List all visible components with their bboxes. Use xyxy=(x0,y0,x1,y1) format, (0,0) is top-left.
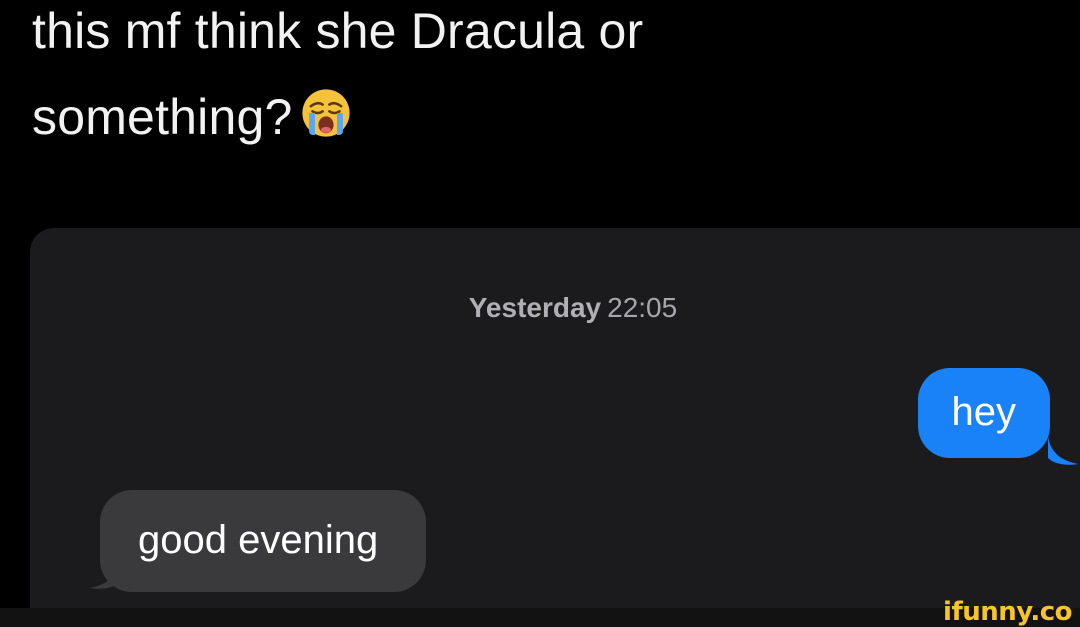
message-timestamp: Yesterday 22:05 xyxy=(30,290,1080,326)
timestamp-day: Yesterday xyxy=(468,292,602,323)
received-message-bubble[interactable]: good evening xyxy=(100,490,427,592)
loudly-crying-face-icon xyxy=(301,89,350,137)
sent-bubble-tail xyxy=(1048,436,1078,465)
post-text-line-2: something? xyxy=(32,74,932,160)
message-thread-panel: Yesterday 22:05 hey good evening xyxy=(30,228,1080,608)
sent-message-text: hey xyxy=(951,390,1017,434)
bottom-strip xyxy=(0,608,1080,627)
received-message-text: good evening xyxy=(138,518,379,562)
post-text: this mf think she Dracula or something? xyxy=(32,0,932,160)
post-text-line-2-text: something? xyxy=(32,89,293,145)
timestamp-time: 22:05 xyxy=(607,292,678,323)
ifunny-watermark: ifunny.co xyxy=(943,597,1072,627)
received-bubble-tail xyxy=(90,560,120,589)
sent-message-bubble[interactable]: hey xyxy=(917,368,1050,458)
post-text-line-1: this mf think she Dracula or xyxy=(32,3,644,59)
